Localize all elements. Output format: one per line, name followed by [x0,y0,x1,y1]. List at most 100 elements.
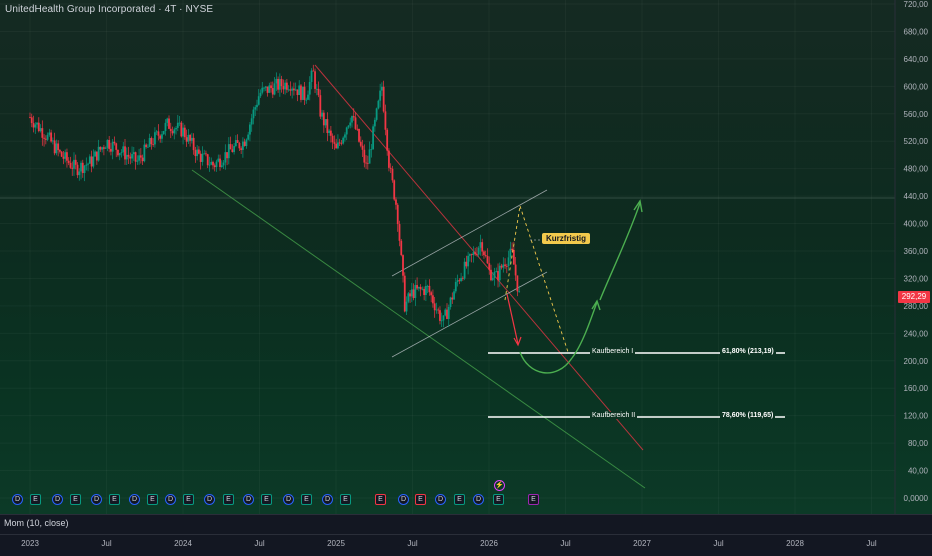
earnings-marker[interactable]: E [493,494,504,505]
dividend-marker[interactable]: D [91,494,102,505]
lightning-icon[interactable]: ⚡ [494,480,505,491]
candle-body [161,134,163,139]
candle-body [361,145,364,150]
candle-body [129,156,132,159]
candle-body [493,271,496,278]
candle-body [189,134,192,141]
earnings-marker[interactable]: E [109,494,120,505]
earnings-marker[interactable]: E [340,494,351,505]
candle-body [99,146,102,150]
candle-body [342,137,345,144]
dividend-marker[interactable]: D [473,494,484,505]
candle-body [389,167,392,169]
dividend-marker[interactable]: D [52,494,63,505]
time-tick: 2027 [633,539,651,548]
candle-body [412,289,415,298]
earnings-marker[interactable]: E [183,494,194,505]
candle-body [512,249,515,265]
candle-body [273,83,276,95]
candle-body [393,180,396,200]
dividend-marker[interactable]: D [398,494,409,505]
candle-body [182,127,184,137]
candle-body [490,269,492,281]
dividend-marker[interactable]: D [243,494,254,505]
earnings-marker[interactable]: E [375,494,386,505]
candle-body [321,112,323,117]
candle-body [176,122,179,128]
candle-body [328,130,331,133]
candle-body [379,90,382,101]
candle-body [256,104,258,108]
candle-body [59,150,61,152]
candle-body [502,264,505,268]
candle-body [400,240,403,256]
candle-body [66,152,68,161]
earnings-marker[interactable]: E [147,494,158,505]
candle-body [154,132,156,145]
candle-body [384,111,387,130]
indicator-pane[interactable]: Mom (10, close) [0,514,932,535]
candle-body [143,144,146,162]
earnings-marker[interactable]: E [415,494,426,505]
candle-body [338,142,341,144]
chart-area[interactable]: 720,00 680,00 640,00 600,00 560,00 520,00 480,… [0,0,932,514]
candle-body [171,131,174,134]
dividend-marker[interactable]: D [129,494,140,505]
price-chart[interactable]: 720,00 680,00 640,00 600,00 560,00 520,00 480,… [0,0,932,514]
candle-body [41,128,44,138]
candle-body [326,119,329,133]
fib-786-label: 78,60% (119,65) [720,412,776,419]
candle-body [111,141,114,152]
time-tick: 2026 [480,539,498,548]
earnings-marker[interactable]: E [261,494,272,505]
dividend-marker[interactable]: D [165,494,176,505]
earnings-marker[interactable]: E [70,494,81,505]
earnings-marker[interactable]: E [30,494,41,505]
candle-body [331,135,334,143]
dividend-marker[interactable]: D [204,494,215,505]
candle-body [264,86,267,88]
candle-body [479,242,482,248]
candle-body [370,149,373,151]
candle-body [201,153,204,162]
price-tick: 360,00 [904,247,929,256]
dividend-marker[interactable]: D [435,494,446,505]
candle-body [257,96,260,105]
dividend-marker[interactable]: D [12,494,23,505]
candle-body [335,143,338,149]
earnings-marker[interactable]: E [223,494,234,505]
candle-body [278,79,281,90]
earnings-marker[interactable]: E [454,494,465,505]
price-tick: 640,00 [904,55,929,64]
candle-body [444,309,447,316]
dividend-marker[interactable]: D [283,494,294,505]
earnings-marker[interactable]: E [528,494,539,505]
time-axis-svg: 2023 Jul 2024 Jul 2025 Jul 2026 Jul 2027 Jul 2028 J… [21,539,877,548]
candle-body [241,141,244,150]
candle-body [437,309,440,311]
candle-body [261,87,264,93]
candle-body [249,124,251,135]
candle-body [48,132,51,135]
candle-body [280,79,283,87]
candle-body [409,293,411,297]
candle-body [277,78,279,90]
candle-body [236,140,239,143]
candle-body [344,134,346,138]
candle-body [62,156,65,159]
candle-body [175,127,177,130]
candle-body [421,288,424,290]
candle-body [442,315,445,321]
candle-body [205,153,207,155]
candle-body [268,85,271,93]
candle-body [87,163,89,165]
fib-618-label: 61,80% (213,19) [720,348,776,355]
candle-body [300,85,302,100]
dividend-marker[interactable]: D [322,494,333,505]
candle-body [134,152,137,162]
time-axis[interactable]: 2023 Jul 2024 Jul 2025 Jul 2026 Jul 2027 Jul 2028 J… [0,534,932,551]
earnings-marker[interactable]: E [301,494,312,505]
candle-body [146,146,149,148]
candle-body [467,255,470,267]
buy-zone-1-label: Kaufbereich I [590,348,636,355]
